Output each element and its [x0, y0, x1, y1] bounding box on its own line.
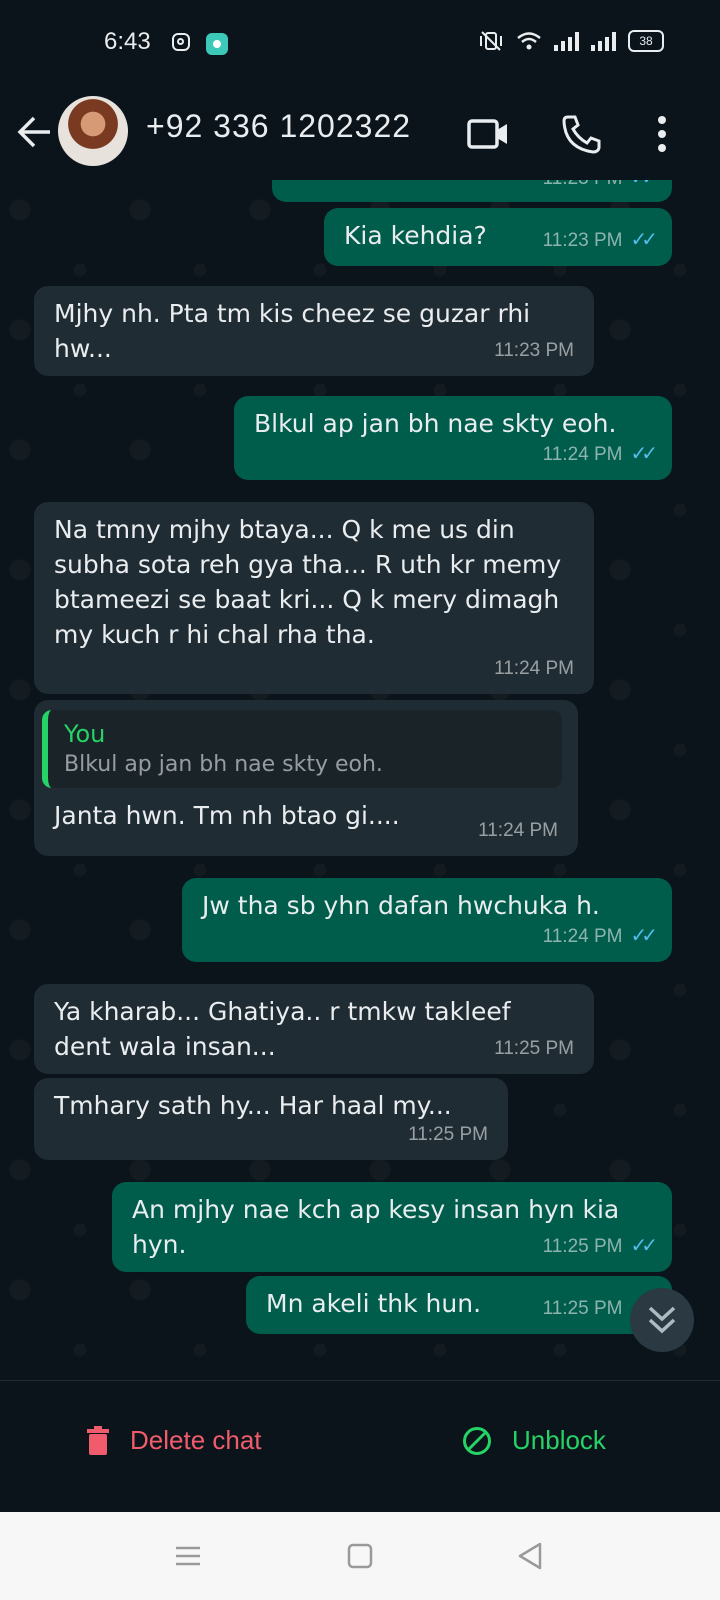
scroll-to-bottom-button[interactable] [630, 1288, 694, 1352]
message-incoming[interactable]: Na tmny mjhy btaya... Q k me us din subh… [34, 502, 594, 694]
message-time: 11:24 PM [542, 926, 623, 947]
status-time: 6:43 [104, 28, 151, 55]
message-text: Mn akeli thk hun. [266, 1289, 482, 1318]
message-time: 11:23 PM [543, 180, 623, 196]
message-text: Ya kharab... Ghatiya.. r tmkw takleef de… [54, 997, 511, 1061]
message-text: Mjhy nh. Pta tm kis cheez se guzar rhi h… [54, 299, 531, 363]
message-outgoing[interactable]: An mjhy nae kch ap kesy insan hyn kia hy… [112, 1182, 672, 1272]
double-chevron-down-icon [648, 1306, 676, 1334]
delete-chat-button[interactable]: Delete chat [86, 1425, 262, 1456]
delete-chat-label: Delete chat [130, 1425, 262, 1455]
battery-indicator: 38 [628, 30, 664, 52]
voice-call-icon[interactable] [560, 112, 604, 156]
message-text: Na tmny mjhy btaya... Q k me us din subh… [54, 515, 562, 649]
home-icon[interactable] [342, 1538, 378, 1574]
message-time: 11:24 PM [494, 658, 574, 679]
read-ticks-icon: ✓✓ [630, 1235, 657, 1257]
message-time: 11:25 PM [542, 1236, 623, 1257]
message-time: 11:23 PM [494, 340, 574, 361]
system-navigation-bar [0, 1512, 720, 1600]
message-outgoing[interactable]: Kia kehdia? 11:23 PM ✓✓ [324, 208, 672, 266]
message-time: 11:24 PM [478, 820, 558, 841]
message-outgoing[interactable]: Mn akeli thk hun. 11:25 PM ✓✓ [246, 1276, 672, 1334]
message-text: Kia kehdia? [344, 221, 487, 250]
trash-icon [87, 1425, 109, 1455]
read-ticks-icon: ✓✓ [630, 443, 657, 465]
unblock-button[interactable]: Unblock [462, 1425, 606, 1456]
block-icon [463, 1426, 491, 1455]
message-text: Jw tha sb yhn dafan hwchuka h. [202, 891, 600, 920]
quoted-text: Blkul ap jan bh nae skty eoh. [64, 752, 383, 777]
quoted-author: You [64, 720, 106, 748]
message-time: 11:25 PM [542, 1298, 623, 1319]
back-icon[interactable] [512, 1538, 548, 1574]
signal-icon [554, 31, 579, 51]
read-ticks-icon: ✓✓ [630, 229, 657, 251]
message-text: Blkul ap jan bh nae skty eoh. [254, 409, 617, 438]
unblock-label: Unblock [512, 1425, 606, 1455]
quoted-message[interactable]: You Blkul ap jan bh nae skty eoh. [42, 710, 562, 788]
back-arrow-icon[interactable] [16, 112, 56, 152]
status-bar: 6:43 38 [0, 0, 720, 90]
message-incoming[interactable]: Ya kharab... Ghatiya.. r tmkw takleef de… [34, 984, 594, 1074]
chat-messages[interactable]: 11:23 PM ✓✓ Kia kehdia? 11:23 PM ✓✓ Mjhy… [0, 180, 720, 1380]
wifi-icon [517, 32, 541, 50]
message-incoming-reply[interactable]: You Blkul ap jan bh nae skty eoh. Janta … [34, 700, 578, 856]
message-time: 11:25 PM [408, 1124, 488, 1145]
menu-icon[interactable] [170, 1538, 206, 1574]
contact-avatar[interactable] [58, 96, 128, 166]
message-outgoing[interactable]: Jw tha sb yhn dafan hwchuka h. 11:24 PM … [182, 878, 672, 962]
signal-icon [591, 31, 616, 51]
message-time: 11:25 PM [494, 1038, 574, 1059]
read-ticks-icon: ✓✓ [630, 180, 657, 196]
app-notification-icon [206, 33, 228, 55]
message-time: 11:24 PM [542, 444, 623, 465]
instagram-icon [172, 33, 190, 51]
message-outgoing[interactable]: 11:23 PM ✓✓ [272, 180, 672, 202]
chat-header: +92 336 1202322 [0, 90, 720, 180]
more-options-icon[interactable] [640, 112, 684, 156]
video-call-icon[interactable] [466, 112, 510, 156]
read-ticks-icon: ✓✓ [630, 925, 657, 947]
message-time: 11:23 PM [542, 230, 623, 251]
contact-name[interactable]: +92 336 1202322 [146, 108, 411, 145]
message-text: Janta hwn. Tm nh btao gi.... [54, 801, 400, 830]
message-incoming[interactable]: Tmhary sath hy... Har haal my... 11:25 P… [34, 1078, 508, 1160]
message-incoming[interactable]: Mjhy nh. Pta tm kis cheez se guzar rhi h… [34, 286, 594, 376]
blocked-contact-actions: Delete chat Unblock [0, 1380, 720, 1513]
message-outgoing[interactable]: Blkul ap jan bh nae skty eoh. 11:24 PM ✓… [234, 396, 672, 480]
vibrate-muted-icon [480, 31, 502, 51]
message-text: Tmhary sath hy... Har haal my... [54, 1091, 452, 1120]
